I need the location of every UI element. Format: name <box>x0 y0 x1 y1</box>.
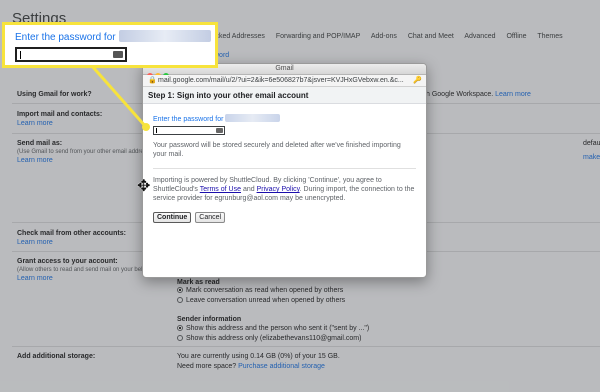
import-popup-window: Gmail 🔒 mail.google.com/mail/u/2/?ui=2&i… <box>142 63 427 278</box>
text-cursor <box>20 51 21 59</box>
legal-text: Importing is powered by ShuttleCloud. By… <box>153 176 416 203</box>
lock-icon: 🔒 <box>148 77 157 84</box>
email-line: egrunburg@aol.com may be unencrypted. <box>214 195 346 202</box>
button-row: Continue Cancel <box>153 212 416 223</box>
move-cursor-icon: ✥ <box>137 178 151 195</box>
redacted-email <box>118 30 211 42</box>
password-input[interactable] <box>153 126 225 135</box>
text-cursor <box>156 128 157 133</box>
callout-label-row: Enter the password for <box>15 30 211 43</box>
password-manager-icon <box>113 51 123 58</box>
legal-and: and <box>242 186 255 193</box>
redacted-email <box>225 114 281 122</box>
password-label-row: Enter the password for <box>153 114 416 124</box>
step-title: Step 1: Sign into your other email accou… <box>143 87 426 104</box>
password-manager-icon[interactable] <box>216 128 223 133</box>
callout-password-label: Enter the password for <box>15 32 116 43</box>
url-bar: 🔒 mail.google.com/mail/u/2/?ui=2&ik=6e50… <box>143 75 426 87</box>
zoom-callout: Enter the password for <box>2 22 218 68</box>
cancel-button[interactable]: Cancel <box>195 212 226 223</box>
stored-note: Your password will be stored securely an… <box>153 142 401 158</box>
terms-of-use-link[interactable]: Terms of Use <box>200 186 241 193</box>
url-text: mail.google.com/mail/u/2/?ui=2&ik=6e5068… <box>158 77 404 84</box>
privacy-policy-link[interactable]: Privacy Policy <box>257 186 300 193</box>
callout-password-input[interactable] <box>15 47 127 62</box>
password-label: Enter the password for <box>153 116 224 123</box>
key-icon[interactable]: 🔑 <box>413 76 422 84</box>
popup-body: Enter the password for Your password wil… <box>143 104 426 223</box>
divider <box>153 168 416 169</box>
continue-button[interactable]: Continue <box>153 212 192 223</box>
